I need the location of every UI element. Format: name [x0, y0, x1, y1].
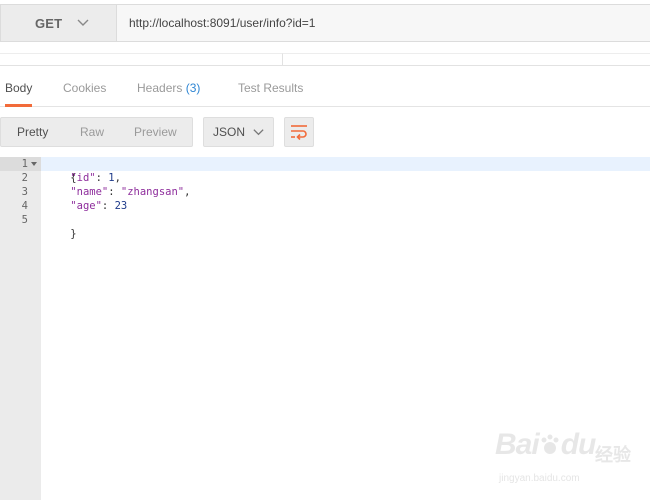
- fold-arrow-icon[interactable]: [31, 161, 37, 167]
- subpanel-right: [283, 53, 650, 66]
- response-tabs: Body Cookies Headers (3) Test Results: [0, 66, 650, 107]
- view-mode-group: Pretty Raw Preview: [0, 117, 193, 147]
- code-line: "age": 23: [45, 199, 127, 213]
- url-text: http://localhost:8091/user/info?id=1: [129, 16, 316, 30]
- wrap-lines-button[interactable]: [284, 117, 314, 147]
- json-key: "name": [70, 186, 109, 198]
- line-number: 2: [21, 172, 28, 184]
- tab-test-results-label: Test Results: [238, 81, 304, 95]
- tab-body-label: Body: [5, 81, 33, 95]
- tab-cookies-label: Cookies: [63, 81, 107, 95]
- line-number: 5: [21, 214, 28, 226]
- view-pretty-button[interactable]: Pretty: [17, 118, 48, 146]
- request-subpanel: [0, 47, 650, 66]
- json-sep: :: [108, 186, 121, 198]
- watermark-url: jingyan.baidu.com: [499, 473, 580, 484]
- json-sep: :: [95, 172, 109, 184]
- line-number: 3: [21, 186, 28, 198]
- json-key: "id": [70, 172, 96, 184]
- chevron-down-icon: [77, 19, 89, 26]
- tab-headers-label: Headers: [137, 81, 183, 95]
- code-line: "id": 1,: [45, 171, 121, 185]
- watermark-sub: 经验: [595, 445, 631, 465]
- json-number: 23: [114, 200, 128, 212]
- line-number: 4: [21, 200, 28, 212]
- url-input[interactable]: http://localhost:8091/user/info?id=1: [116, 4, 650, 42]
- subpanel-left: [0, 53, 283, 66]
- code-line: }: [45, 213, 76, 240]
- json-sep: :: [101, 200, 115, 212]
- format-select[interactable]: JSON: [203, 117, 274, 147]
- watermark-brand-2: du: [560, 428, 597, 461]
- method-select[interactable]: GET: [0, 4, 117, 42]
- code-line: "name": "zhangsan",: [45, 185, 190, 199]
- response-toolbar: Pretty Raw Preview JSON: [0, 117, 650, 147]
- json-key: "age": [70, 200, 102, 212]
- baidu-watermark: Bai du 经验 jingyan.baidu.com: [495, 428, 645, 498]
- format-label: JSON: [213, 125, 246, 139]
- paw-icon: [541, 434, 559, 454]
- tab-body[interactable]: Body: [5, 66, 33, 107]
- method-label: GET: [35, 15, 63, 31]
- code-line: {: [45, 157, 76, 184]
- tab-cookies[interactable]: Cookies: [63, 66, 106, 106]
- json-string: "zhangsan": [120, 186, 185, 198]
- wrap-lines-icon: [291, 125, 307, 140]
- line-number: 1: [21, 158, 28, 170]
- request-bar: GET http://localhost:8091/user/info?id=1: [0, 0, 650, 47]
- watermark-logo: Bai du: [495, 428, 597, 462]
- json-comma: ,: [114, 172, 121, 184]
- json-brace: }: [70, 228, 77, 240]
- tab-headers[interactable]: Headers (3): [137, 66, 200, 106]
- view-raw-button[interactable]: Raw: [80, 118, 104, 146]
- watermark-brand-1: Bai: [495, 428, 540, 461]
- headers-count-badge: (3): [185, 81, 201, 95]
- json-comma: ,: [184, 186, 191, 198]
- chevron-down-icon: [253, 129, 264, 136]
- active-line-highlight: [0, 157, 650, 171]
- view-preview-button[interactable]: Preview: [134, 118, 177, 146]
- tab-test-results[interactable]: Test Results: [238, 66, 303, 106]
